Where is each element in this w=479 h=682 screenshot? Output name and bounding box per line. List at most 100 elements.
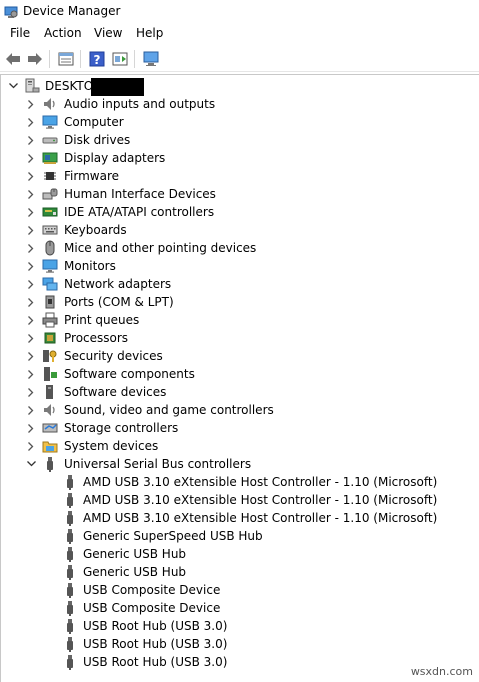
usb-device-item[interactable]: AMD USB 3.10 eXtensible Host Controller … (0, 509, 437, 527)
monitor-icon (42, 115, 58, 129)
tree-category[interactable]: Monitors (0, 257, 330, 275)
usb-device-label: USB Composite Device (83, 601, 221, 615)
update-driver-button[interactable] (110, 49, 130, 69)
software-component-icon (44, 367, 57, 381)
chevron-right-icon[interactable] (25, 167, 37, 185)
help-icon: ? (89, 51, 105, 67)
usb-device-label: USB Composite Device (83, 583, 221, 597)
menu-action[interactable]: Action (44, 26, 82, 40)
chevron-right-icon[interactable] (25, 95, 37, 113)
tree-category[interactable]: Display adapters (0, 149, 330, 167)
back-button[interactable] (3, 49, 23, 69)
usb-icon (67, 547, 73, 562)
usb-device-item[interactable]: USB Root Hub (USB 3.0) (0, 653, 420, 671)
tree-category[interactable]: Audio inputs and outputs (0, 95, 330, 113)
chevron-right-icon[interactable] (25, 113, 37, 131)
tree-category[interactable]: Computer (0, 113, 330, 131)
chevron-down-icon[interactable] (7, 77, 19, 95)
chevron-right-icon[interactable] (25, 383, 37, 401)
usb-device-item[interactable]: USB Root Hub (USB 3.0) (0, 635, 420, 653)
chevron-right-icon[interactable] (25, 275, 37, 293)
usb-device-item[interactable]: Generic USB Hub (0, 563, 420, 581)
usb-device-item[interactable]: USB Composite Device (0, 581, 420, 599)
scan-hardware-button[interactable] (141, 49, 161, 69)
disk-icon (42, 137, 58, 144)
category-label: Monitors (64, 259, 116, 273)
category-label: Computer (64, 115, 124, 129)
tree-category[interactable]: Sound, video and game controllers (0, 401, 330, 419)
category-label: Display adapters (64, 151, 166, 165)
help-button[interactable]: ? (87, 49, 107, 69)
chevron-right-icon[interactable] (25, 257, 37, 275)
scan-hardware-icon (143, 51, 159, 66)
usb-device-item[interactable]: Generic USB Hub (0, 545, 420, 563)
usb-icon (67, 565, 73, 580)
chevron-right-icon[interactable] (25, 131, 37, 149)
toolbar-separator (80, 50, 81, 68)
tree-root[interactable]: DESKTOP (0, 77, 300, 95)
tree-category[interactable]: IDE ATA/ATAPI controllers (0, 203, 330, 221)
properties-icon (58, 52, 74, 66)
usb-icon (67, 583, 73, 598)
menu-bar: File Action View Help (0, 23, 479, 44)
category-label: Print queues (64, 313, 140, 327)
tree-category[interactable]: Keyboards (0, 221, 330, 239)
chevron-right-icon[interactable] (25, 329, 37, 347)
chevron-down-icon[interactable] (25, 455, 37, 473)
menu-view[interactable]: View (94, 26, 122, 40)
usb-device-item[interactable]: AMD USB 3.10 eXtensible Host Controller … (0, 473, 437, 491)
tree-category[interactable]: Processors (0, 329, 330, 347)
properties-button[interactable] (56, 49, 76, 69)
category-label: Keyboards (64, 223, 127, 237)
category-label: Storage controllers (64, 421, 179, 435)
tree-category[interactable]: Mice and other pointing devices (0, 239, 330, 257)
chevron-right-icon[interactable] (25, 149, 37, 167)
chevron-right-icon[interactable] (25, 293, 37, 311)
chevron-right-icon[interactable] (25, 185, 37, 203)
chevron-right-icon[interactable] (25, 311, 37, 329)
forward-button[interactable] (25, 49, 45, 69)
tree-category[interactable]: Security devices (0, 347, 330, 365)
category-label: Human Interface Devices (64, 187, 216, 201)
system-folder-icon (42, 441, 58, 453)
usb-device-item[interactable]: USB Root Hub (USB 3.0) (0, 617, 420, 635)
printer-icon (42, 312, 58, 328)
chevron-right-icon[interactable] (25, 401, 37, 419)
usb-icon (67, 511, 73, 526)
back-icon (6, 53, 20, 65)
tree-category[interactable]: System devices (0, 437, 330, 455)
menu-file[interactable]: File (10, 26, 30, 40)
tree-category[interactable]: Network adapters (0, 275, 330, 293)
tree-category[interactable]: Software devices (0, 383, 330, 401)
tree-category[interactable]: Software components (0, 365, 330, 383)
category-label: Processors (64, 331, 129, 345)
usb-icon (67, 529, 73, 544)
menu-help[interactable]: Help (136, 26, 163, 40)
desktop-computer-icon (25, 78, 40, 93)
tree-category[interactable]: Storage controllers (0, 419, 330, 437)
usb-device-item[interactable]: AMD USB 3.10 eXtensible Host Controller … (0, 491, 437, 509)
forward-icon (28, 53, 42, 65)
usb-device-item[interactable]: Generic SuperSpeed USB Hub (0, 527, 420, 545)
tree-category[interactable]: Print queues (0, 311, 330, 329)
usb-icon (67, 637, 73, 652)
chevron-right-icon[interactable] (25, 365, 37, 383)
usb-device-label: AMD USB 3.10 eXtensible Host Controller … (83, 475, 438, 489)
chevron-right-icon[interactable] (25, 437, 37, 455)
chevron-right-icon[interactable] (25, 419, 37, 437)
tree-category[interactable]: Human Interface Devices (0, 185, 330, 203)
usb-device-label: USB Root Hub (USB 3.0) (83, 655, 228, 669)
usb-device-label: AMD USB 3.10 eXtensible Host Controller … (83, 511, 438, 525)
usb-device-item[interactable]: USB Composite Device (0, 599, 420, 617)
category-label: Ports (COM & LPT) (64, 295, 174, 309)
chevron-right-icon[interactable] (25, 239, 37, 257)
toolbar: ? (0, 46, 479, 72)
tree-category[interactable]: Universal Serial Bus controllers (0, 455, 330, 473)
tree-category[interactable]: Disk drives (0, 131, 330, 149)
chevron-right-icon[interactable] (25, 347, 37, 365)
chevron-right-icon[interactable] (25, 203, 37, 221)
tree-category[interactable]: Ports (COM & LPT) (0, 293, 330, 311)
tree-category[interactable]: Firmware (0, 167, 330, 185)
usb-device-label: AMD USB 3.10 eXtensible Host Controller … (83, 493, 438, 507)
chevron-right-icon[interactable] (25, 221, 37, 239)
